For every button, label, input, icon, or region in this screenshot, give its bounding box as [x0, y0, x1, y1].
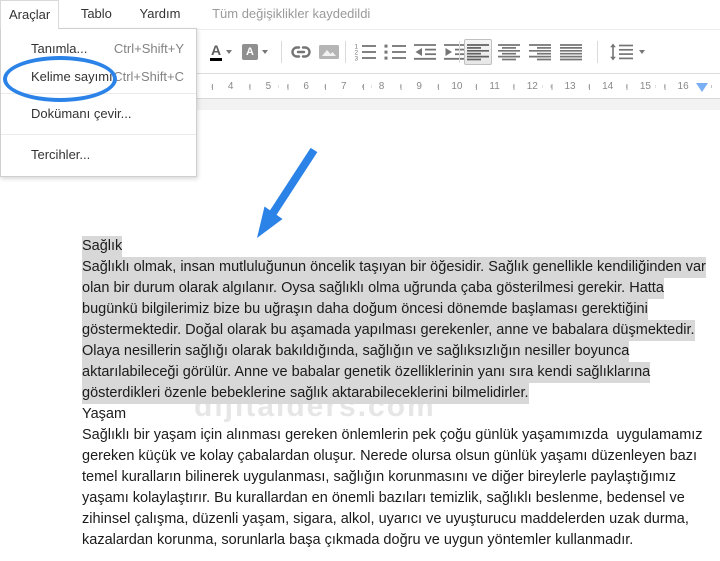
doc-line[interactable]: Sağlıklı olmak, insan mutluluğunun öncel… — [82, 257, 706, 278]
doc-line[interactable]: gereken küçük ve kolay çabalardan oluşur… — [82, 446, 706, 467]
highlight-color-icon: A — [242, 43, 258, 60]
doc-line[interactable]: temel kuralların bilinerek uygulanması, … — [82, 467, 706, 488]
doc-line[interactable]: gösterdikleri özenle bebeklerine sağlık … — [82, 383, 706, 404]
doc-line[interactable]: bugünkü bilgilerimiz bize bu uğraşın dah… — [82, 299, 706, 320]
justify-button[interactable] — [557, 39, 585, 65]
menu-tools[interactable]: Araçlar — [0, 0, 60, 29]
menu-item-define-label: Tanımla... — [31, 41, 88, 56]
menu-separator — [1, 134, 196, 135]
menu-item-word-count-label: Kelime sayımı — [31, 69, 113, 84]
ruler-number: 15 — [635, 80, 656, 94]
toolbar-divider — [281, 41, 282, 63]
align-left-icon — [467, 43, 489, 60]
tools-menu-dropdown: Tanımla... Ctrl+Shift+Y Kelime sayımı Ct… — [0, 28, 197, 177]
align-right-icon — [529, 43, 551, 60]
menu-help-label: Yardım — [139, 6, 181, 21]
align-right-button[interactable] — [526, 39, 554, 65]
ruler-number: 4 — [220, 80, 241, 94]
menu-table[interactable]: Tablo — [73, 0, 120, 28]
insert-image-button[interactable] — [316, 39, 342, 65]
doc-line[interactable]: yaşamı kolaylaştırır. Bu kurallardan en … — [82, 488, 706, 509]
menu-separator — [1, 93, 196, 94]
text-color-caret-icon — [226, 49, 233, 54]
save-status: Tüm değişiklikler kaydedildi — [212, 6, 371, 21]
menu-table-label: Tablo — [80, 6, 112, 21]
menu-help[interactable]: Yardım — [132, 0, 189, 28]
ruler-number: 7 — [333, 80, 354, 94]
numbered-list-button[interactable]: 1 2 3 — [351, 39, 379, 65]
menu-item-define-shortcut: Ctrl+Shift+Y — [113, 41, 184, 56]
line-spacing-button[interactable] — [608, 39, 646, 65]
menu-item-translate-label: Dokümanı çevir... — [31, 106, 132, 121]
ruler-number: 6 — [296, 80, 317, 94]
menu-item-translate[interactable]: Dokümanı çevir... — [1, 96, 196, 132]
ruler-number: 8 — [371, 80, 392, 94]
ruler-number: 16 — [673, 80, 694, 94]
ruler-number: 5 — [258, 80, 279, 94]
ruler-number: 12 — [522, 80, 543, 94]
numbered-list-icon: 1 2 3 — [355, 43, 376, 61]
menu-item-word-count[interactable]: Kelime sayımı Ctrl+Shift+C — [1, 63, 196, 91]
menu-bar: Araçlar Tablo Yardım Tüm değişiklikler k… — [0, 0, 720, 29]
doc-line[interactable]: zihinsel çalışma, düzenli yaşam, sigara,… — [82, 509, 706, 530]
document-text: Sağlık Sağlıklı olmak, insan mutluluğunu… — [82, 236, 706, 551]
menu-tools-label: Araçlar — [9, 7, 51, 22]
text-color-button[interactable]: A — [205, 39, 237, 65]
link-icon — [291, 45, 311, 58]
insert-link-button[interactable] — [287, 39, 315, 65]
decrease-indent-button[interactable] — [411, 39, 439, 65]
doc-line[interactable]: Sağlıklı bir yaşam için alınması gereken… — [82, 425, 706, 446]
ruler-number: 11 — [484, 80, 505, 94]
align-center-icon — [498, 43, 520, 60]
align-center-button[interactable] — [495, 39, 523, 65]
doc-heading-2[interactable]: Yaşam — [82, 404, 706, 425]
menu-item-word-count-shortcut: Ctrl+Shift+C — [113, 69, 184, 84]
right-indent-marker[interactable] — [696, 83, 708, 92]
image-icon — [319, 44, 339, 59]
menu-item-preferences-label: Tercihler... — [31, 147, 91, 162]
toolbar-divider — [459, 41, 460, 63]
toolbar-divider — [345, 41, 346, 63]
highlight-color-button[interactable]: A — [239, 39, 271, 65]
text-color-icon: A — [209, 43, 223, 61]
decrease-indent-icon — [414, 44, 436, 60]
toolbar-divider — [597, 41, 598, 63]
line-spacing-caret-icon — [639, 49, 645, 54]
ruler-number: 9 — [409, 80, 430, 94]
highlight-color-caret-icon — [262, 49, 268, 54]
doc-line[interactable]: kazalardan korunma, sorunlarla başa çıkm… — [82, 530, 706, 551]
ruler-number: 14 — [597, 80, 618, 94]
svg-text:3: 3 — [355, 55, 359, 61]
ruler-number: 10 — [446, 80, 467, 94]
menu-item-preferences[interactable]: Tercihler... — [1, 137, 196, 173]
align-left-button[interactable] — [464, 38, 492, 65]
ruler-number: 13 — [560, 80, 580, 94]
doc-line[interactable]: aktarılabileceği görülür. Anne ve babala… — [82, 362, 706, 383]
doc-line[interactable]: olan bir durum olarak algılanır. Oysa sa… — [82, 278, 706, 299]
menu-item-define[interactable]: Tanımla... Ctrl+Shift+Y — [1, 35, 196, 63]
doc-line[interactable]: Olaya nesillerin sağlığı olarak bakıldığ… — [82, 341, 706, 362]
justify-icon — [560, 43, 582, 60]
doc-line[interactable]: göstermektedir. Doğal olarak bu aşamada … — [82, 320, 706, 341]
bulleted-list-button[interactable] — [381, 39, 409, 65]
doc-heading-1[interactable]: Sağlık — [82, 236, 706, 257]
line-spacing-icon — [610, 43, 633, 60]
bulleted-list-icon — [384, 44, 406, 60]
